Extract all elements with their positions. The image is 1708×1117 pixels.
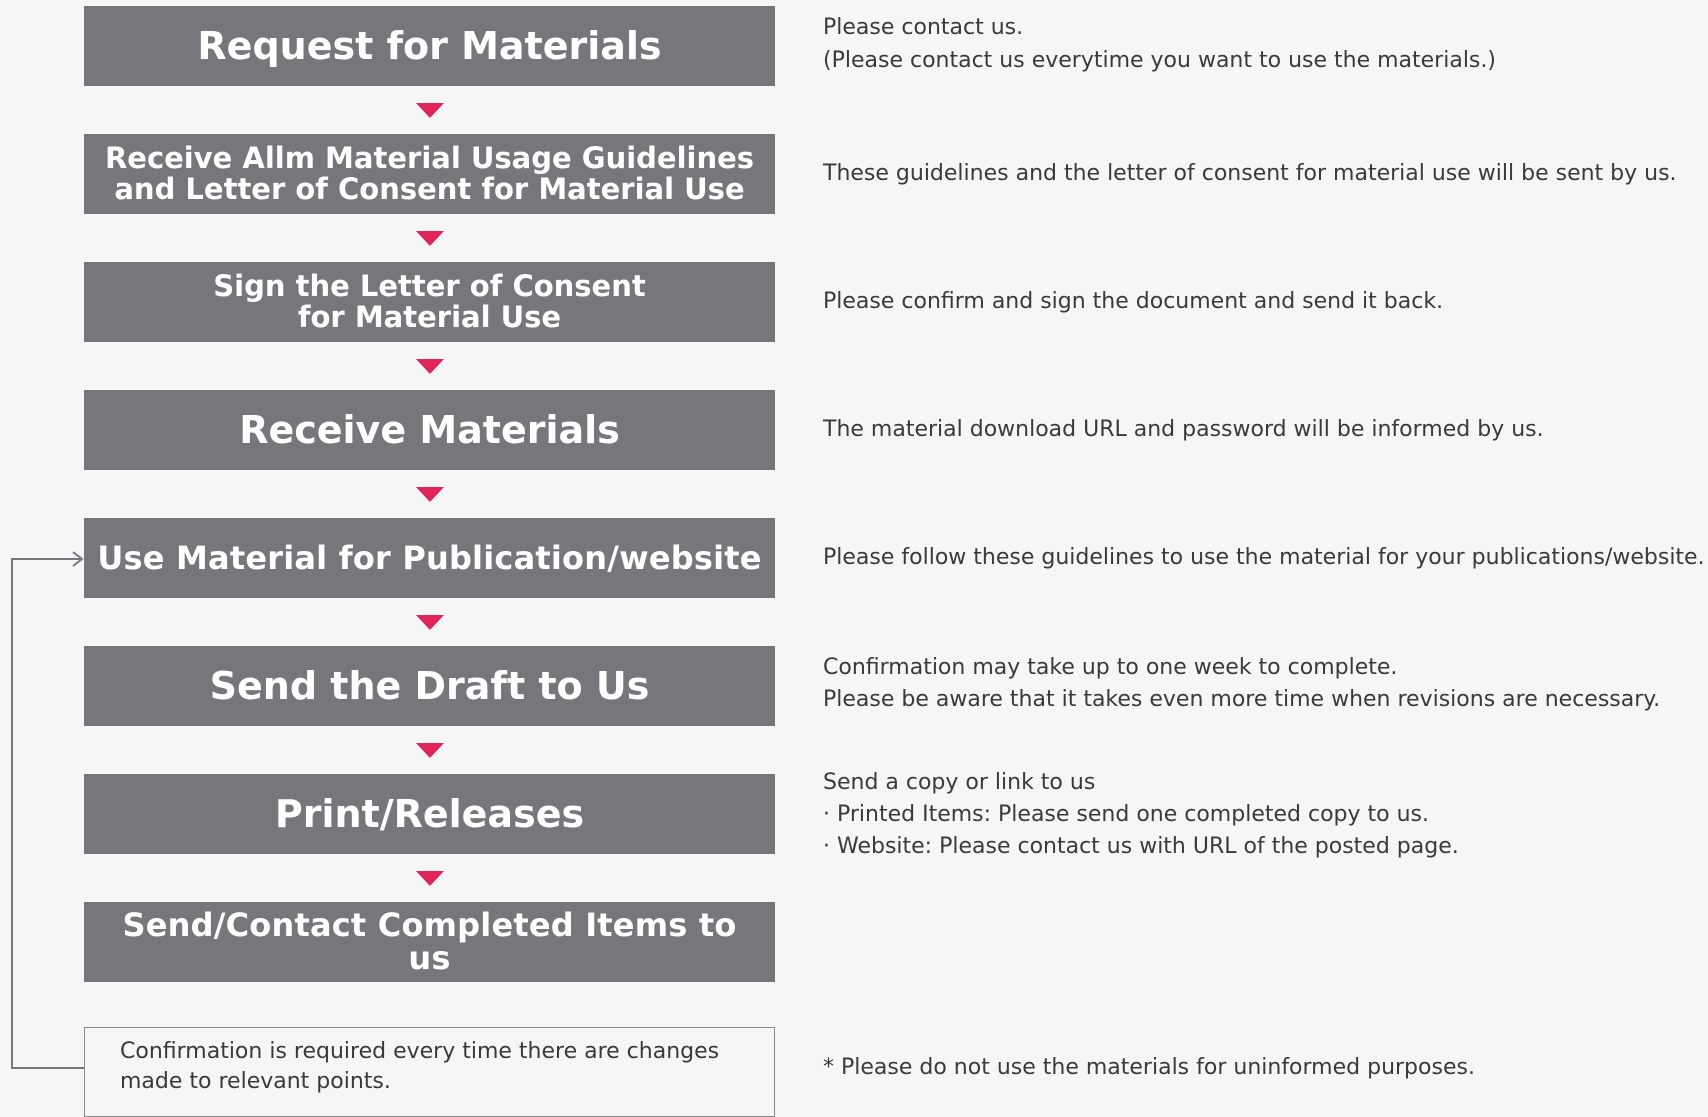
step-7-title: Print/Releases	[274, 791, 585, 836]
description-line: Please confirm and sign the document and…	[823, 289, 1444, 314]
confirmation-note: Confirmation is required every time ther…	[84, 1027, 775, 1117]
step-4-title: Receive Materials	[239, 407, 620, 452]
description-line: Please follow these guidelines to use th…	[823, 545, 1705, 570]
description-line: Please contact us.	[823, 15, 1024, 40]
step-send-completed-items: Send/Contact Completed Items to us	[84, 902, 775, 982]
step-1-title: Request for Materials	[197, 23, 662, 68]
step-receive-guidelines: Receive Allm Material Usage Guidelines a…	[84, 134, 775, 214]
step-5-title: Use Material for Publication/website	[97, 538, 762, 577]
footnote-text: * Please do not use the materials for un…	[823, 1055, 1475, 1080]
description-line: The material download URL and password w…	[823, 417, 1544, 442]
note-line-2: made to relevant points.	[120, 1069, 391, 1094]
step-sign-letter-of-consent: Sign the Letter of Consent for Material …	[84, 262, 775, 342]
note-line-1: Confirmation is required every time ther…	[120, 1039, 720, 1064]
description-sign: Please confirm and sign the document and…	[823, 285, 1443, 318]
description-line: These guidelines and the letter of conse…	[823, 161, 1677, 186]
description-guidelines: These guidelines and the letter of conse…	[823, 157, 1677, 190]
step-receive-materials: Receive Materials	[84, 390, 775, 470]
step-2-title-line-1: Receive Allm Material Usage Guidelines	[104, 140, 755, 175]
step-use-material: Use Material for Publication/website	[84, 518, 775, 598]
step-3-title-line-1: Sign the Letter of Consent	[213, 268, 646, 303]
step-3-title-line-2: for Material Use	[297, 300, 562, 334]
step-print-releases: Print/Releases	[84, 774, 775, 854]
description-line: Please be aware that it takes even more …	[823, 687, 1661, 712]
flow-arrow-down-icon	[416, 103, 444, 118]
flow-arrow-down-icon	[416, 743, 444, 758]
flow-arrow-down-icon	[416, 359, 444, 374]
description-receive: The material download URL and password w…	[823, 413, 1544, 446]
step-request-for-materials: Request for Materials	[84, 6, 775, 86]
description-print: Send a copy or link to us · Printed Item…	[823, 767, 1459, 863]
description-line: Confirmation may take up to one week to …	[823, 655, 1398, 680]
description-request: Please contact us. (Please contact us ev…	[823, 11, 1496, 77]
description-line: Send a copy or link to us	[823, 770, 1096, 795]
footnote: * Please do not use the materials for un…	[823, 1051, 1475, 1084]
flow-arrow-down-icon	[416, 231, 444, 246]
step-2-title-line-2: and Letter of Consent for Material Use	[114, 172, 745, 206]
step-8-title: Send/Contact Completed Items to us	[122, 906, 737, 977]
description-draft: Confirmation may take up to one week to …	[823, 652, 1660, 716]
flow-arrow-down-icon	[416, 871, 444, 886]
flow-arrow-down-icon	[416, 487, 444, 502]
description-use: Please follow these guidelines to use th…	[823, 541, 1705, 574]
description-line: · Website: Please contact us with URL of…	[823, 834, 1459, 859]
step-6-title: Send the Draft to Us	[209, 663, 650, 708]
description-line: (Please contact us everytime you want to…	[823, 48, 1496, 73]
flow-arrow-down-icon	[416, 615, 444, 630]
loop-back-line	[11, 558, 84, 1069]
description-line: · Printed Items: Please send one complet…	[823, 802, 1429, 827]
step-send-draft: Send the Draft to Us	[84, 646, 775, 726]
